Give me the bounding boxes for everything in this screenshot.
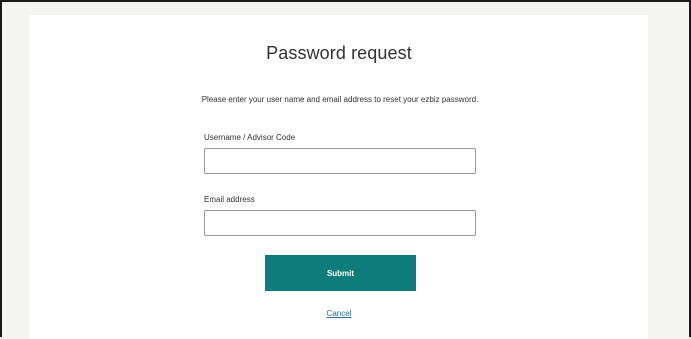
- username-label: Username / Advisor Code: [204, 133, 296, 142]
- instruction-text: Please enter your user name and email ad…: [201, 95, 479, 104]
- email-label: Email address: [204, 195, 255, 204]
- username-input[interactable]: [204, 148, 476, 174]
- submit-button[interactable]: Submit: [265, 255, 416, 291]
- password-request-card: Password request Please enter your user …: [30, 15, 648, 339]
- page-title: Password request: [266, 43, 412, 63]
- cancel-link-container: Cancel: [30, 309, 648, 318]
- cancel-link[interactable]: Cancel: [327, 309, 352, 318]
- browser-frame: Password request Please enter your user …: [0, 0, 691, 339]
- email-input[interactable]: [204, 210, 476, 236]
